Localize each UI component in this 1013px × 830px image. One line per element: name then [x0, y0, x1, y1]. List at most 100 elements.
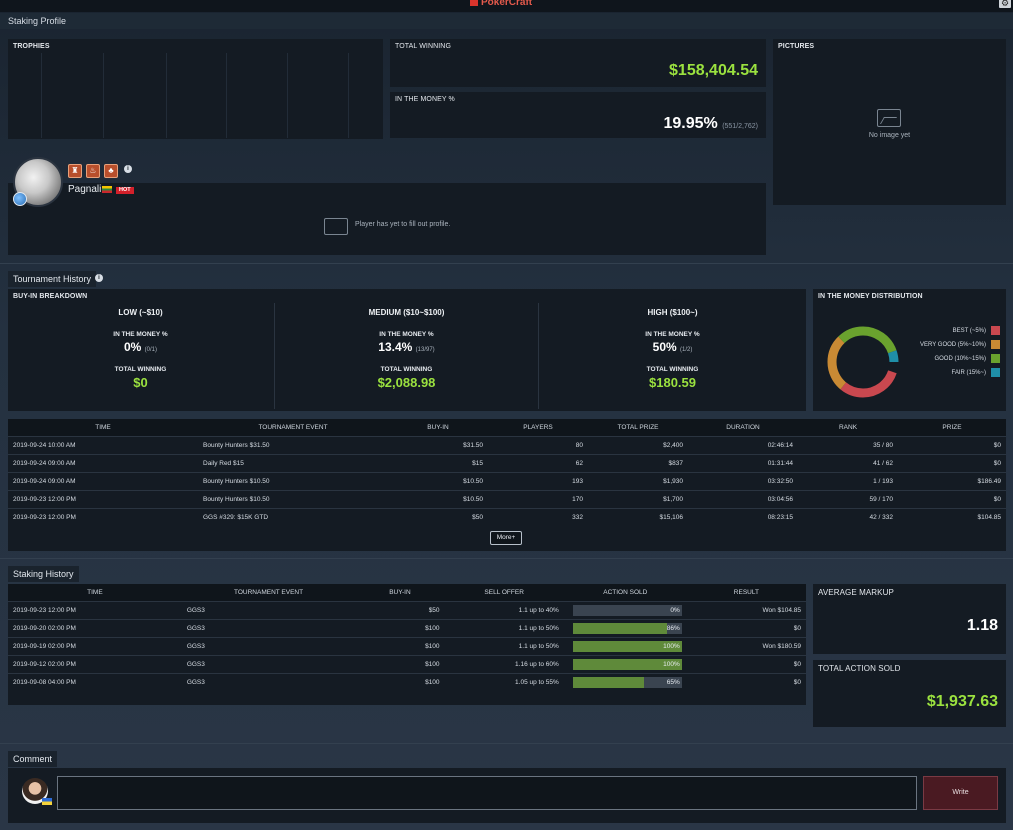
table-cell: 80: [488, 435, 588, 454]
average-markup-label: AVERAGE MARKUP: [818, 588, 894, 597]
table-cell: $50: [388, 507, 488, 526]
table-row[interactable]: 2019-09-20 02:00 PM GGS3 $100 1.1 up to 50%…: [8, 618, 806, 637]
col-time[interactable]: TIME: [8, 584, 182, 601]
gear-icon[interactable]: ⚙: [999, 0, 1011, 8]
table-row[interactable]: 2019-09-23 12:00 PM Bounty Hunters $10.50…: [8, 489, 1006, 508]
table-row[interactable]: 2019-09-23 12:00 PM GGS3 $50 1.1 up to 40% 0…: [8, 600, 806, 619]
col-result[interactable]: RESULT: [686, 584, 806, 601]
table-cell: GGS3: [181, 636, 356, 655]
itm-panel: IN THE MONEY % 19.95% (551/2,762): [390, 92, 766, 138]
col-action-sold[interactable]: ACTION SOLD: [563, 584, 687, 601]
table-cell: 1.1 up to 40%: [444, 600, 564, 619]
users-badge-icon: ♣: [104, 164, 118, 178]
col-time[interactable]: TIME: [8, 419, 198, 436]
table-cell: 35 / 80: [798, 435, 898, 454]
country-flag-icon: [42, 798, 52, 805]
table-row[interactable]: 2019-09-08 04:00 PM GGS3 $100 1.05 up to 55…: [8, 672, 806, 691]
table-cell: $15,106: [588, 507, 688, 526]
table-cell: 03:32:50: [688, 471, 798, 490]
col-event[interactable]: TOURNAMENT EVENT: [198, 419, 388, 436]
table-cell: 42 / 332: [798, 507, 898, 526]
col-total-prize[interactable]: TOTAL PRIZE: [588, 419, 688, 436]
table-cell: 2019-09-24 10:00 AM: [8, 435, 198, 454]
pictures-label: PICTURES: [778, 43, 815, 50]
table-cell: $0: [898, 435, 1006, 454]
action-sold-cell: 100%: [563, 636, 687, 655]
total-action-label: TOTAL ACTION SOLD: [818, 664, 901, 673]
table-cell: 2019-09-12 02:00 PM: [8, 654, 182, 673]
buyin-breakdown-panel: BUY-IN BREAKDOWN LOW (~$10) IN THE MONEY…: [8, 289, 806, 411]
col-prize[interactable]: PRIZE: [898, 419, 1006, 436]
table-cell: 03:04:56: [688, 489, 798, 508]
table-cell: 1.1 up to 50%: [444, 636, 564, 655]
table-cell: GGS3: [181, 600, 356, 619]
country-flag-icon: [102, 186, 112, 193]
table-cell: 59 / 170: [798, 489, 898, 508]
distribution-label: IN THE MONEY DISTRIBUTION: [818, 293, 923, 300]
no-image-text: No image yet: [868, 132, 911, 139]
col-event[interactable]: TOURNAMENT EVENT: [181, 584, 356, 601]
comment-input[interactable]: [57, 776, 917, 810]
action-sold-bar: 100%: [572, 658, 682, 670]
table-cell: 02:46:14: [688, 435, 798, 454]
buyin-level-low: LOW (~$10) IN THE MONEY % 0% (0/1) TOTAL…: [113, 308, 168, 390]
table-cell: 1.05 up to 55%: [444, 672, 564, 691]
table-cell: 193: [488, 471, 588, 490]
info-icon[interactable]: i: [124, 165, 132, 173]
average-markup-panel: AVERAGE MARKUP 1.18: [813, 584, 1006, 654]
buyin-breakdown-label: BUY-IN BREAKDOWN: [13, 293, 88, 300]
table-row[interactable]: 2019-09-24 09:00 AM Daily Red $15 $15 62 $83…: [8, 453, 1006, 472]
globe-icon: [13, 192, 27, 206]
pictures-panel: PICTURES No image yet: [773, 39, 1006, 205]
total-winning-panel: TOTAL WINNING $158,404.54: [390, 39, 766, 87]
section-divider: [0, 743, 1013, 744]
table-cell: GGS3: [181, 654, 356, 673]
table-row[interactable]: 2019-09-24 09:00 AM Bounty Hunters $10.50…: [8, 471, 1006, 490]
write-button[interactable]: Write: [923, 776, 998, 810]
legend-fair: FAIR (15%~): [951, 368, 1000, 377]
staking-table: TIME TOURNAMENT EVENT BUY-IN SELL OFFER …: [8, 584, 806, 705]
action-sold-cell: 86%: [563, 618, 687, 637]
table-cell: $10.50: [388, 489, 488, 508]
table-cell: $31.50: [388, 435, 488, 454]
id-card-icon: [324, 218, 348, 235]
trophy-slot: [41, 53, 42, 138]
legend-swatch: [991, 368, 1000, 377]
col-buyin[interactable]: BUY-IN: [388, 419, 488, 436]
table-cell: $2,400: [588, 435, 688, 454]
total-action-panel: TOTAL ACTION SOLD $1,937.63: [813, 660, 1006, 727]
legend-best: BEST (~5%): [953, 326, 1000, 335]
trophy-slot: [166, 53, 167, 138]
average-markup-value: 1.18: [966, 617, 998, 634]
tab-staking-history[interactable]: Staking History: [8, 566, 79, 582]
tab-tournament-history[interactable]: Tournament History: [8, 271, 97, 287]
table-row[interactable]: 2019-09-24 10:00 AM Bounty Hunters $31.50…: [8, 435, 1006, 454]
table-row[interactable]: 2019-09-19 02:00 PM GGS3 $100 1.1 up to 50%…: [8, 636, 806, 655]
col-rank[interactable]: RANK: [798, 419, 898, 436]
action-sold-percent: 65%: [666, 678, 680, 686]
tab-comment[interactable]: Comment: [8, 751, 58, 767]
col-duration[interactable]: DURATION: [688, 419, 798, 436]
trophy-slot: [226, 53, 227, 138]
table-row[interactable]: 2019-09-23 12:00 PM GGS #329: $15K GTD $50…: [8, 507, 1006, 526]
itm-value: 19.95% (551/2,762): [663, 115, 758, 132]
table-cell: 2019-09-24 09:00 AM: [8, 453, 198, 472]
action-sold-percent: 100%: [663, 660, 680, 668]
total-winning-label: TOTAL WINNING: [395, 43, 452, 50]
trophies-panel: TROPHIES: [8, 39, 383, 139]
col-buyin[interactable]: BUY-IN: [355, 584, 445, 601]
table-cell: 2019-09-24 09:00 AM: [8, 471, 198, 490]
table-row[interactable]: 2019-09-12 02:00 PM GGS3 $100 1.16 up to 60…: [8, 654, 806, 673]
col-players[interactable]: PLAYERS: [488, 419, 588, 436]
table-cell: Won $180.59: [686, 636, 806, 655]
table-cell: 2019-09-19 02:00 PM: [8, 636, 182, 655]
legend-very-good: VERY GOOD (5%~10%): [920, 340, 1000, 349]
col-sell-offer[interactable]: SELL OFFER: [444, 584, 564, 601]
page-title: Staking Profile: [8, 16, 67, 26]
hot-badge: HOT: [116, 187, 134, 194]
table-header-row: TIME TOURNAMENT EVENT BUY-IN PLAYERS TOT…: [8, 419, 1006, 436]
info-icon[interactable]: i: [95, 274, 103, 282]
action-sold-cell: 0%: [563, 600, 687, 619]
itm-detail: (551/2,762): [722, 123, 758, 130]
more-button[interactable]: More+: [490, 531, 522, 545]
